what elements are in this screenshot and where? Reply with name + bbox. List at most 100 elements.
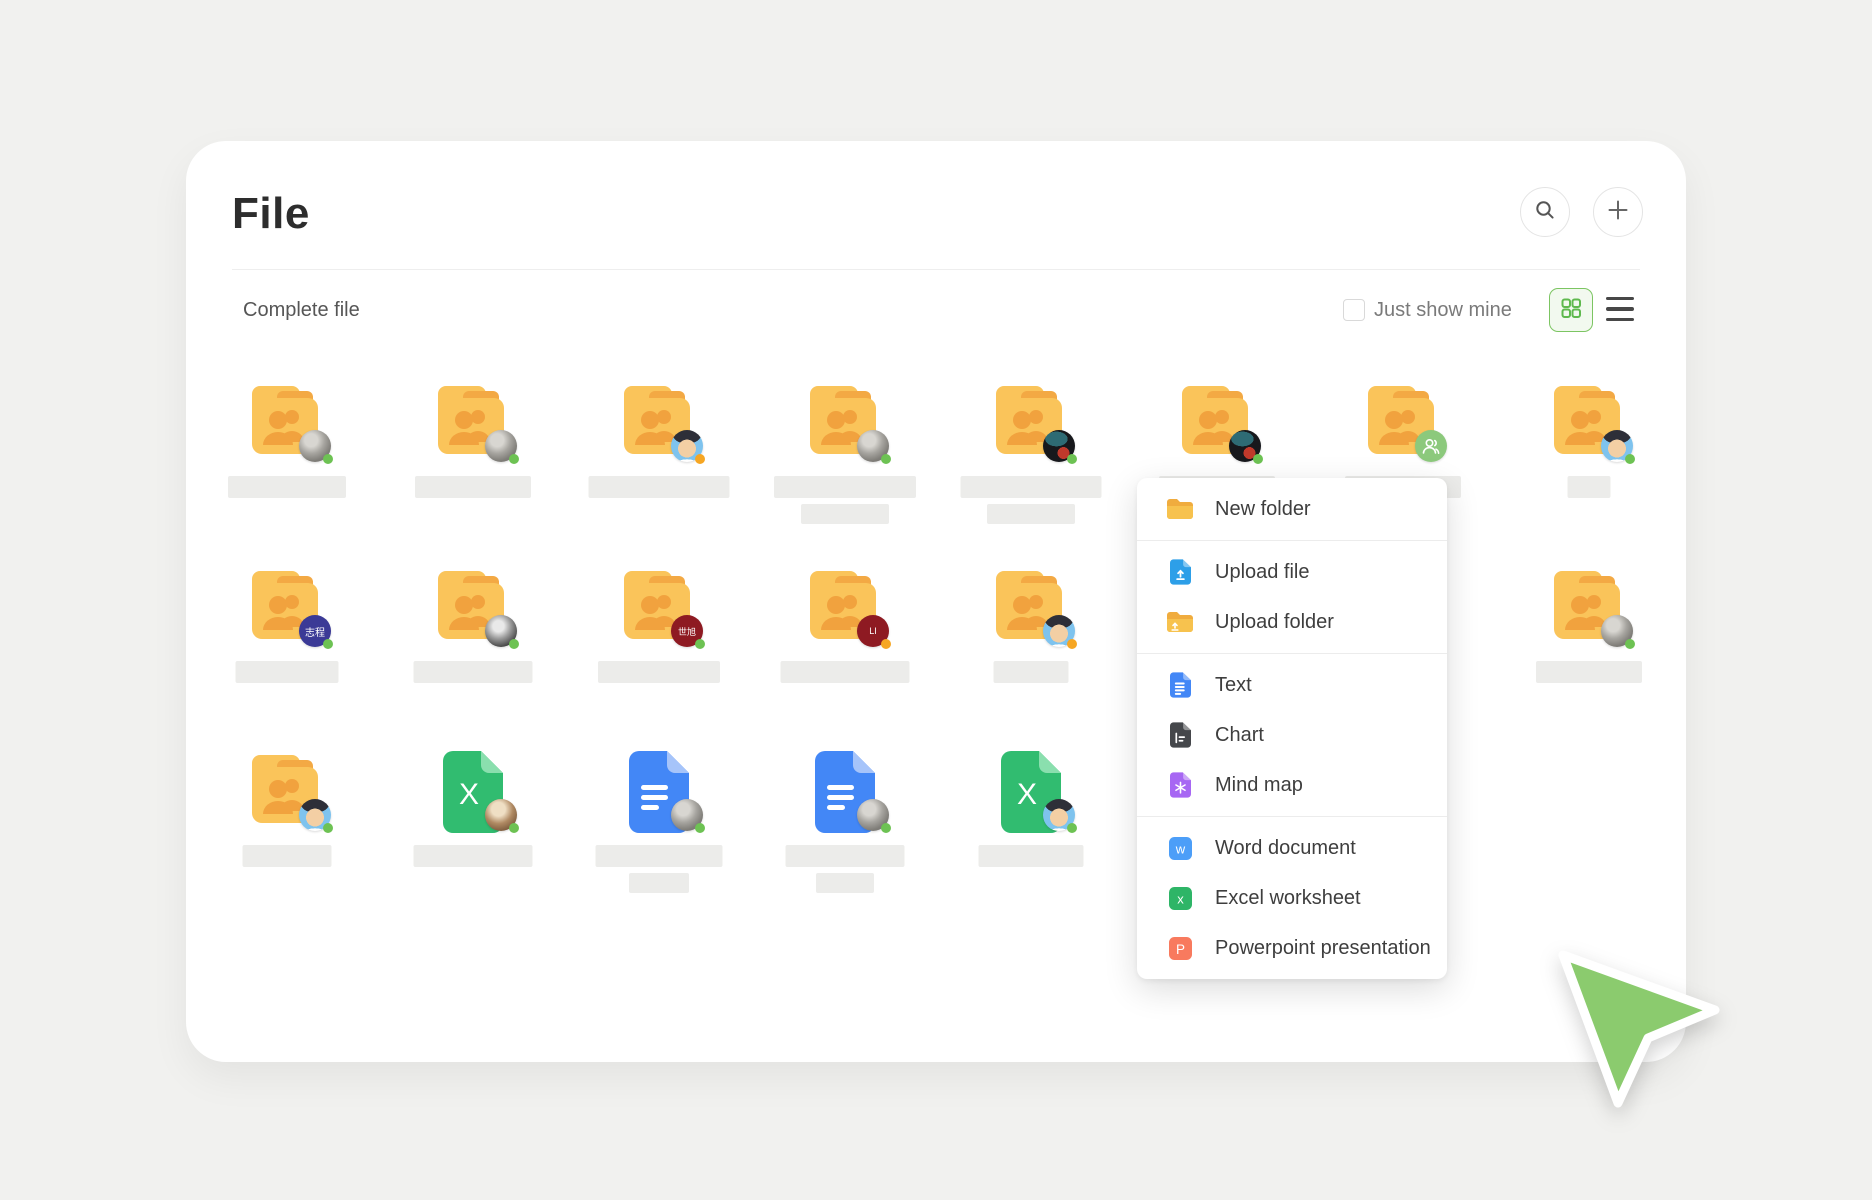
file-name-placeholder — [1568, 476, 1611, 498]
file-item[interactable] — [805, 382, 885, 462]
upload-folder-menu-item[interactable]: Upload folder — [1137, 597, 1447, 647]
plus-icon — [1607, 199, 1629, 226]
file-item[interactable]: 志程 — [247, 567, 327, 647]
svg-text:P: P — [1175, 941, 1184, 956]
new-folder-icon — [1167, 496, 1193, 522]
file-item[interactable] — [619, 382, 699, 462]
shared-folder-icon[interactable] — [1363, 382, 1443, 462]
file-item[interactable] — [991, 382, 1071, 462]
svg-text:X: X — [459, 778, 479, 811]
file-name-placeholder — [979, 845, 1084, 867]
presence-dot — [881, 454, 891, 464]
file-name-placeholder — [598, 661, 720, 683]
file-name-placeholder — [228, 476, 346, 498]
shared-folder-icon[interactable]: 志程 — [247, 567, 327, 647]
presence-dot — [1067, 639, 1077, 649]
list-view-toggle[interactable] — [1606, 297, 1634, 321]
presence-dot — [323, 639, 333, 649]
file-item[interactable] — [433, 382, 513, 462]
member-avatar — [1415, 430, 1447, 462]
list-view-icon-line — [1606, 318, 1634, 321]
shared-folder-icon[interactable] — [247, 382, 327, 462]
file-item[interactable] — [1363, 382, 1443, 462]
shared-folder-icon[interactable]: 世旭 — [619, 567, 699, 647]
svg-text:X: X — [1017, 778, 1037, 811]
file-name-placeholder — [994, 661, 1069, 683]
file-name-placeholder — [1536, 661, 1642, 683]
file-name-placeholder — [236, 661, 339, 683]
excel-worksheet-icon: x — [1167, 885, 1193, 911]
shared-folder-icon[interactable] — [991, 567, 1071, 647]
shared-folder-icon[interactable] — [433, 567, 513, 647]
file-name-placeholder — [596, 845, 723, 867]
text-menu-item[interactable]: Text — [1137, 660, 1447, 710]
shared-folder-icon[interactable] — [991, 382, 1071, 462]
file-item[interactable] — [433, 567, 513, 647]
presence-dot — [323, 823, 333, 833]
shared-folder-icon[interactable] — [433, 382, 513, 462]
file-name-placeholder — [801, 504, 889, 524]
mind-map-icon — [1167, 772, 1193, 798]
doc-file-icon[interactable] — [805, 751, 885, 831]
shared-folder-icon[interactable] — [619, 382, 699, 462]
file-name-placeholder — [414, 661, 533, 683]
menu-item-label: Upload file — [1215, 561, 1310, 584]
shared-folder-icon[interactable] — [805, 382, 885, 462]
create-context-menu: New folder Upload file Upload folder Tex… — [1137, 478, 1447, 979]
word-document-icon: w — [1167, 835, 1193, 861]
file-item[interactable]: X — [991, 751, 1071, 831]
excel-file-icon[interactable]: X — [433, 751, 513, 831]
shared-folder-icon[interactable] — [247, 751, 327, 831]
file-item[interactable]: X — [433, 751, 513, 831]
presence-dot — [695, 454, 705, 464]
file-name-placeholder — [781, 661, 910, 683]
file-item[interactable]: LI — [805, 567, 885, 647]
header-divider — [232, 269, 1640, 270]
text-icon — [1167, 672, 1193, 698]
presence-dot — [695, 823, 705, 833]
svg-text:x: x — [1177, 891, 1184, 906]
search-icon — [1534, 199, 1556, 226]
file-name-placeholder — [629, 873, 689, 893]
new-folder-menu-item[interactable]: New folder — [1137, 484, 1447, 534]
file-item[interactable] — [805, 751, 885, 831]
menu-item-label: Text — [1215, 674, 1252, 697]
file-item[interactable] — [247, 751, 327, 831]
file-item[interactable] — [991, 567, 1071, 647]
menu-group: New folder — [1137, 478, 1447, 540]
just-show-mine-label[interactable]: Just show mine — [1374, 299, 1512, 322]
powerpoint-presentation-menu-item[interactable]: PPowerpoint presentation — [1137, 923, 1447, 973]
screen: File Complete file Just show mine — [0, 0, 1872, 1200]
menu-item-label: Upload folder — [1215, 611, 1334, 634]
presence-dot — [509, 823, 519, 833]
doc-file-icon[interactable] — [619, 751, 699, 831]
chart-menu-item[interactable]: Chart — [1137, 710, 1447, 760]
shared-folder-icon[interactable]: LI — [805, 567, 885, 647]
excel-file-icon[interactable]: X — [991, 751, 1071, 831]
excel-worksheet-menu-item[interactable]: xExcel worksheet — [1137, 873, 1447, 923]
shared-folder-icon[interactable] — [1549, 382, 1629, 462]
menu-group: wWord document xExcel worksheet PPowerpo… — [1137, 817, 1447, 979]
grid-view-toggle[interactable] — [1549, 288, 1593, 332]
grid-view-icon — [1559, 296, 1583, 325]
shared-folder-icon[interactable] — [1177, 382, 1257, 462]
presence-dot — [509, 639, 519, 649]
mind-map-menu-item[interactable]: Mind map — [1137, 760, 1447, 810]
file-name-placeholder — [589, 476, 730, 498]
word-document-menu-item[interactable]: wWord document — [1137, 823, 1447, 873]
file-item[interactable] — [1177, 382, 1257, 462]
file-item[interactable] — [1549, 567, 1629, 647]
file-item[interactable] — [619, 751, 699, 831]
chart-icon — [1167, 722, 1193, 748]
upload-file-menu-item[interactable]: Upload file — [1137, 547, 1447, 597]
file-item[interactable] — [1549, 382, 1629, 462]
menu-group: Upload file Upload folder — [1137, 541, 1447, 653]
file-item[interactable]: 世旭 — [619, 567, 699, 647]
add-button[interactable] — [1593, 187, 1643, 237]
just-show-mine-checkbox[interactable] — [1343, 299, 1365, 321]
menu-group: Text Chart Mind map — [1137, 654, 1447, 816]
file-item[interactable] — [247, 382, 327, 462]
search-button[interactable] — [1520, 187, 1570, 237]
presence-dot — [1625, 454, 1635, 464]
shared-folder-icon[interactable] — [1549, 567, 1629, 647]
